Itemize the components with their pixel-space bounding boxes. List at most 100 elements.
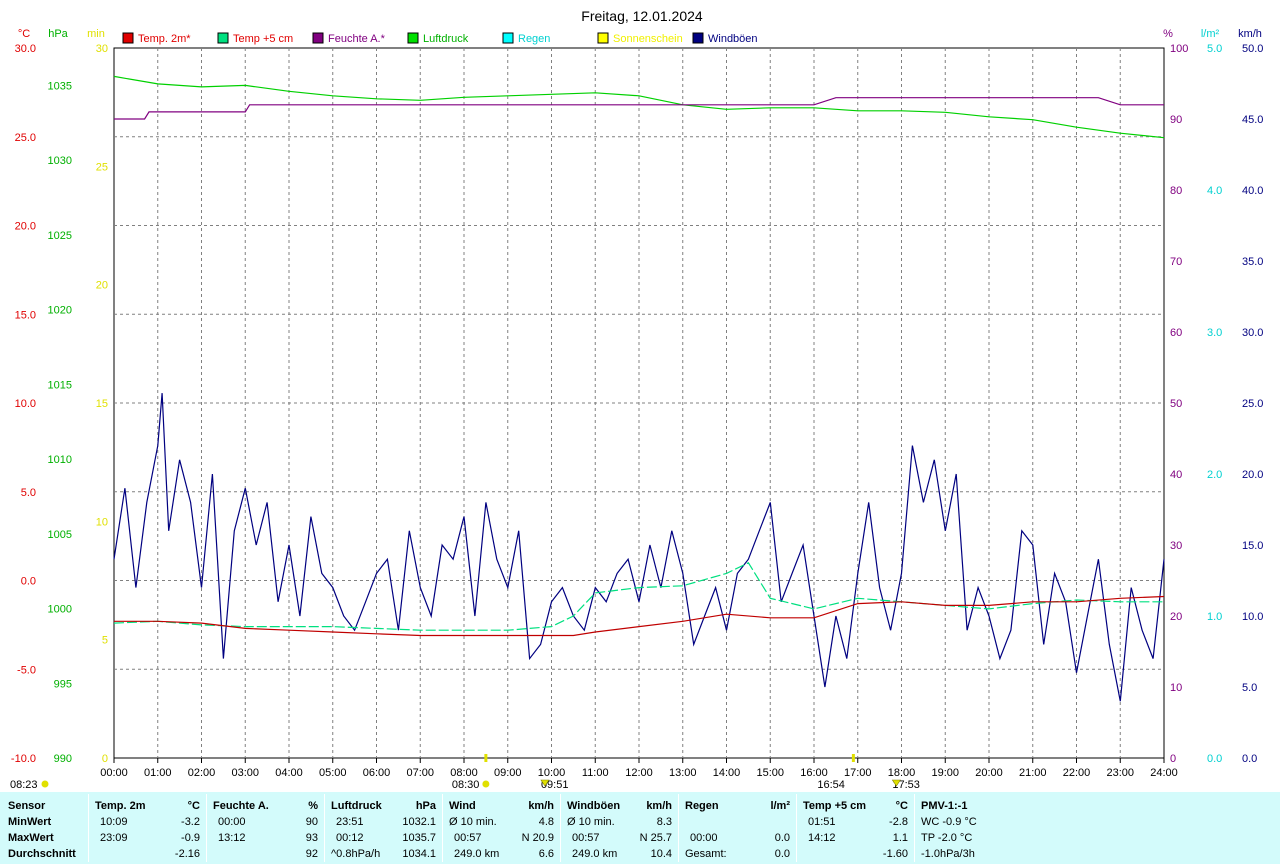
pressure-tick-label: 1035 bbox=[48, 80, 72, 92]
legend-swatch bbox=[407, 32, 419, 44]
hour-tick-label: 23:00 bbox=[1106, 767, 1134, 779]
legend-swatch bbox=[217, 32, 229, 44]
stats-temp2m-unit: °C bbox=[187, 800, 200, 812]
legend-label: Sonnenschein bbox=[613, 33, 683, 45]
stats-temp5cm-min-time: 01:51 bbox=[808, 816, 836, 828]
unit-rain: l/m² bbox=[1201, 28, 1220, 40]
temp-tick-label: 10.0 bbox=[15, 398, 36, 410]
stats-wind-unit: km/h bbox=[528, 800, 554, 812]
stats-temp5cm-header: Temp +5 cm bbox=[803, 800, 867, 812]
stats-regen-unit: l/m² bbox=[770, 800, 790, 812]
sunshine-tick-label: 20 bbox=[96, 280, 108, 292]
hour-tick-label: 12:00 bbox=[625, 767, 653, 779]
stats-temp2m-avg-value: -2.16 bbox=[174, 848, 200, 860]
wind-tick-label: 30.0 bbox=[1242, 327, 1263, 339]
temp-tick-label: -5.0 bbox=[17, 664, 36, 676]
sunshine-tick-label: 30 bbox=[96, 43, 108, 55]
chart-title: Freitag, 12.01.2024 bbox=[581, 8, 703, 24]
temp-tick-label: -10.0 bbox=[11, 753, 36, 765]
unit-humidity: % bbox=[1163, 28, 1173, 40]
stats-feuchte-min-value: 90 bbox=[305, 816, 318, 828]
stats-wind-distance: 249.0 km bbox=[454, 848, 500, 860]
wind-tick-label: 0.0 bbox=[1242, 753, 1257, 765]
wind-tick-label: 10.0 bbox=[1242, 611, 1263, 623]
hour-tick-label: 19:00 bbox=[931, 767, 959, 779]
hour-tick-label: 03:00 bbox=[231, 767, 259, 779]
stats-luftdruck-trend: ^0.8hPa/h bbox=[331, 848, 381, 860]
humidity-tick-label: 40 bbox=[1170, 469, 1182, 481]
legend-label: Temp. 2m* bbox=[138, 33, 191, 45]
stats-pmv-windchill: WC -0.9 °C bbox=[921, 816, 977, 828]
sun-icon bbox=[482, 780, 490, 788]
stats-feuchte-min-time: 00:00 bbox=[218, 816, 246, 828]
hour-tick-label: 05:00 bbox=[319, 767, 347, 779]
pressure-tick-label: 1020 bbox=[48, 305, 72, 317]
rain-tick-label: 5.0 bbox=[1207, 43, 1222, 55]
hour-tick-label: 09:00 bbox=[494, 767, 522, 779]
legend-swatch bbox=[502, 32, 514, 44]
legend-label: Regen bbox=[518, 33, 550, 45]
rain-tick-label: 4.0 bbox=[1207, 185, 1222, 197]
chart-background bbox=[0, 0, 1280, 792]
sun-icon bbox=[41, 780, 49, 788]
rain-tick-label: 1.0 bbox=[1207, 611, 1222, 623]
wind-tick-label: 50.0 bbox=[1242, 43, 1263, 55]
stats-panel: Sensor MinWert MaxWert Durchschnitt Temp… bbox=[0, 792, 1280, 864]
stats-temp5cm-max-time: 14:12 bbox=[808, 832, 836, 844]
hour-tick-label: 06:00 bbox=[363, 767, 391, 779]
sun-marker-label: 16:54 bbox=[817, 779, 845, 791]
hour-tick-label: 21:00 bbox=[1019, 767, 1047, 779]
stats-luftdruck-avg-value: 1034.1 bbox=[402, 848, 436, 860]
humidity-tick-label: 10 bbox=[1170, 682, 1182, 694]
temp-tick-label: 25.0 bbox=[15, 132, 36, 144]
stats-wind-header: Wind bbox=[449, 800, 476, 812]
stats-temp5cm-min-value: -2.8 bbox=[889, 816, 908, 828]
separator bbox=[442, 794, 443, 862]
separator bbox=[678, 794, 679, 862]
hour-tick-label: 02:00 bbox=[188, 767, 216, 779]
stats-temp2m-min-time: 10:09 bbox=[100, 816, 128, 828]
humidity-tick-label: 90 bbox=[1170, 114, 1182, 126]
temp-tick-label: 20.0 bbox=[15, 221, 36, 233]
stats-feuchte-unit: % bbox=[308, 800, 318, 812]
separator bbox=[324, 794, 325, 862]
sunshine-tick-label: 0 bbox=[102, 753, 108, 765]
pressure-tick-label: 1000 bbox=[48, 604, 72, 616]
sun-marker-label: 08:30 bbox=[452, 779, 480, 791]
stats-wind-avg-value: 6.6 bbox=[538, 848, 554, 860]
unit-wind: km/h bbox=[1238, 28, 1262, 40]
pressure-tick-label: 995 bbox=[54, 678, 72, 690]
pressure-tick-label: 1025 bbox=[48, 230, 72, 242]
rain-tick-label: 2.0 bbox=[1207, 469, 1222, 481]
stats-temp5cm-max-value: 1.1 bbox=[892, 832, 908, 844]
legend-swatch bbox=[122, 32, 134, 44]
stats-temp5cm-unit: °C bbox=[895, 800, 908, 812]
stats-feuchte-avg-value: 92 bbox=[305, 848, 318, 860]
stats-regen-total-label: Gesamt: bbox=[685, 848, 727, 860]
wind-tick-label: 5.0 bbox=[1242, 682, 1257, 694]
stats-temp2m-max-value: -0.9 bbox=[181, 832, 200, 844]
unit-pressure: hPa bbox=[48, 28, 68, 40]
legend-label: Luftdruck bbox=[423, 33, 469, 45]
legend-swatch bbox=[312, 32, 324, 44]
legend: Temp. 2m* Temp +5 cm Feuchte A.* Luftdruck R… bbox=[122, 32, 758, 45]
hour-tick-label: 14:00 bbox=[713, 767, 741, 779]
stats-temp2m-min-value: -3.2 bbox=[181, 816, 200, 828]
hour-tick-label: 00:00 bbox=[100, 767, 128, 779]
separator bbox=[560, 794, 561, 862]
rain-tick-label: 0.0 bbox=[1207, 753, 1222, 765]
stats-windboeen-avg-value: 10.4 bbox=[650, 848, 672, 860]
temp-tick-label: 30.0 bbox=[15, 43, 36, 55]
stats-regen-total-value: 0.0 bbox=[774, 848, 790, 860]
humidity-tick-label: 70 bbox=[1170, 256, 1182, 268]
stats-temp5cm-avg-value: -1.60 bbox=[882, 848, 908, 860]
legend-swatch bbox=[597, 32, 609, 44]
wind-tick-label: 35.0 bbox=[1242, 256, 1263, 268]
hour-tick-label: 04:00 bbox=[275, 767, 303, 779]
humidity-tick-label: 0 bbox=[1170, 753, 1176, 765]
stats-regen-max-time: 00:00 bbox=[690, 832, 718, 844]
sunrise-label: 08:23 bbox=[10, 779, 38, 791]
stats-luftdruck-min-time: 23:51 bbox=[336, 816, 364, 828]
stats-avg-label: Durchschnitt bbox=[8, 848, 76, 860]
stats-sensor-header: Sensor bbox=[8, 800, 46, 812]
